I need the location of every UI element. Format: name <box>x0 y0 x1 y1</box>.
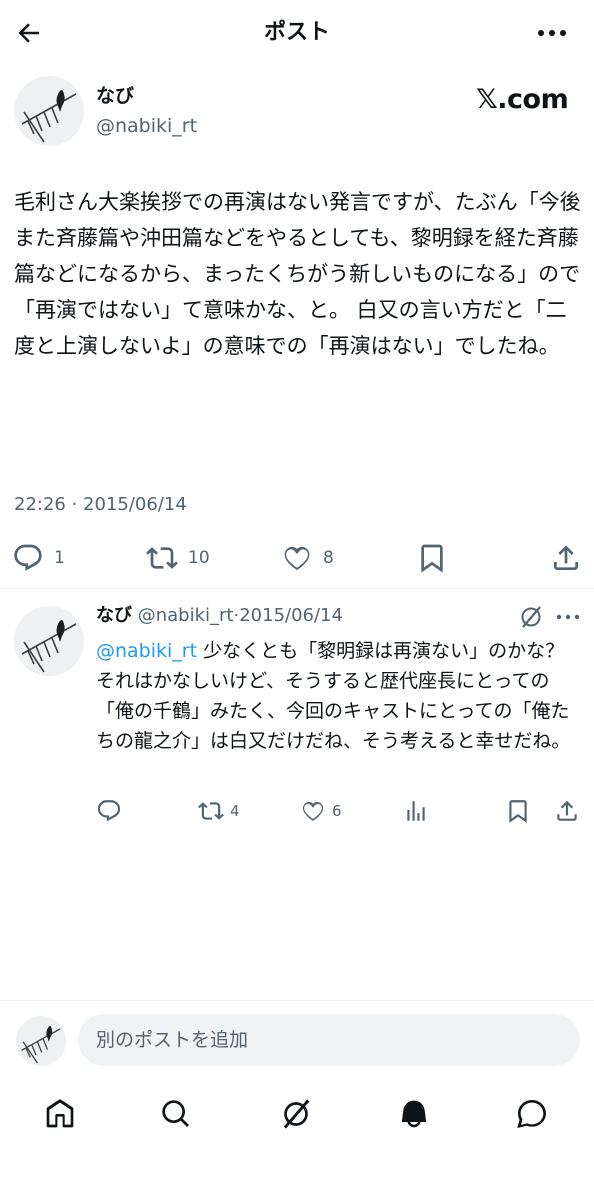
analytics-bars-icon <box>407 801 425 821</box>
bell-icon <box>401 1100 427 1128</box>
search-icon <box>162 1100 189 1127</box>
avatar[interactable] <box>14 76 84 146</box>
grok-button[interactable] <box>518 604 544 630</box>
bookmark-icon <box>421 544 443 573</box>
share-upload-icon <box>557 800 577 821</box>
avatar[interactable] <box>14 606 84 676</box>
x-com-logo: 𝕏.com <box>476 84 569 115</box>
bird-on-antenna-avatar-icon <box>16 1016 66 1066</box>
bookmark-button[interactable] <box>416 542 448 574</box>
reply-header: なび @nabiki_rt·2015/06/14 <box>96 604 343 628</box>
divider <box>0 588 594 589</box>
author-name[interactable]: なび <box>96 84 134 108</box>
nav-search[interactable] <box>156 1094 196 1134</box>
repost-icon <box>198 802 224 820</box>
reply-bubble-icon <box>97 800 121 822</box>
nav-messages[interactable] <box>512 1094 552 1134</box>
more-options-button[interactable] <box>534 20 570 46</box>
more-horizontal-icon <box>556 614 580 620</box>
post-timestamp[interactable]: 22:26 · 2015/06/14 <box>14 493 187 517</box>
reply-button[interactable]: 1 <box>12 542 65 574</box>
like-button[interactable]: 8 <box>281 542 334 574</box>
nav-grok[interactable] <box>276 1094 316 1134</box>
share-button[interactable] <box>550 542 582 574</box>
repost-button[interactable]: 10 <box>146 542 210 574</box>
repost-count: 10 <box>188 548 210 568</box>
nav-home[interactable] <box>40 1094 80 1134</box>
top-bar: ポスト <box>0 0 594 66</box>
more-horizontal-icon <box>538 30 566 36</box>
reply-share-button[interactable] <box>554 798 580 824</box>
divider <box>0 1000 594 1001</box>
page-title: ポスト <box>263 20 330 45</box>
reply-mention-link[interactable]: @nabiki_rt <box>96 640 197 662</box>
bookmark-icon <box>509 800 527 823</box>
reply-text: @nabiki_rt 少なくとも「黎明録は再演ない」のかな？ それはかなしいけど… <box>96 636 580 756</box>
bird-on-antenna-avatar-icon <box>14 76 84 146</box>
reply-repost-count: 4 <box>230 802 240 820</box>
bird-on-antenna-avatar-icon <box>14 606 84 676</box>
home-icon <box>46 1099 74 1128</box>
post-text: 毛利さん大楽挨拶での再演はない発言ですが、たぶん「今後また斉藤篇や沖田篇などをや… <box>14 190 581 358</box>
bottom-navigation <box>0 1086 594 1142</box>
reply-date[interactable]: 2015/06/14 <box>239 605 343 626</box>
reply-author-handle[interactable]: @nabiki_rt <box>138 605 234 626</box>
like-count: 8 <box>323 548 334 568</box>
reply-like-button[interactable]: 6 <box>300 798 342 824</box>
grok-slash-circle-icon <box>283 1099 310 1129</box>
nav-notifications[interactable] <box>394 1094 434 1134</box>
add-post-input[interactable]: 別のポストを追加 <box>78 1014 580 1066</box>
grok-slash-circle-icon <box>521 606 541 628</box>
author-handle[interactable]: @nabiki_rt <box>96 114 197 138</box>
avatar <box>16 1016 66 1066</box>
heart-icon <box>302 801 324 821</box>
reply-analytics-button[interactable] <box>403 798 429 824</box>
reply-like-count: 6 <box>332 802 342 820</box>
heart-icon <box>284 546 310 571</box>
reply-bubble-icon <box>14 544 42 571</box>
reply-action-bar: 4 6 <box>0 796 594 826</box>
reply-repost-button[interactable]: 4 <box>198 798 240 824</box>
reply-author-name[interactable]: なび <box>96 605 132 626</box>
post-action-bar: 1 10 8 <box>0 540 594 576</box>
share-upload-icon <box>554 545 578 570</box>
reply-reply-button[interactable] <box>96 798 122 824</box>
repost-icon <box>146 547 178 569</box>
reply-more-button[interactable] <box>554 606 582 628</box>
chat-bubble-icon <box>517 1100 546 1128</box>
reply-bookmark-button[interactable] <box>505 798 531 824</box>
reply-count: 1 <box>54 548 65 568</box>
